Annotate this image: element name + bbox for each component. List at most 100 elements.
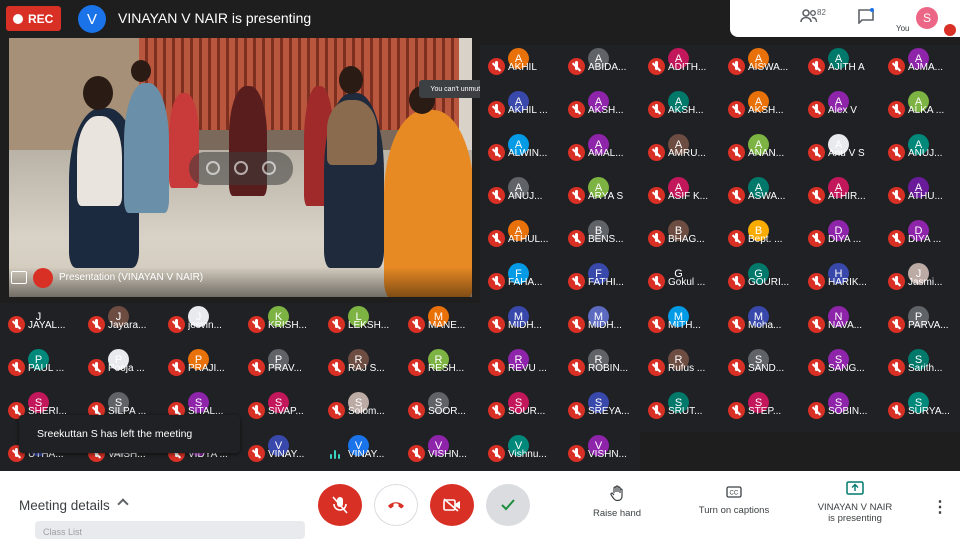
remove-icon[interactable]	[262, 161, 276, 175]
participant-tile[interactable]: A AMAL...	[560, 131, 640, 174]
participant-tile[interactable]: D DIYA ...	[800, 217, 880, 260]
participant-tile[interactable]: J Jasmi...	[880, 260, 960, 303]
participant-tile[interactable]: J Jayara...	[80, 303, 160, 346]
participant-tile[interactable]: A AMRU...	[640, 131, 720, 174]
participant-tile[interactable]: M Moha...	[720, 303, 800, 346]
participant-tile[interactable]: M MIDH...	[560, 303, 640, 346]
participant-tile[interactable]: A ATHUL...	[480, 217, 560, 260]
participant-tile[interactable]: A ASWA...	[720, 174, 800, 217]
participant-tile[interactable]: A AJITH A	[800, 45, 880, 88]
participant-name: jesvin...	[188, 320, 222, 331]
participant-tile[interactable]: M MIDH...	[480, 303, 560, 346]
class-list-bar[interactable]: Class List	[35, 521, 305, 539]
pin-icon[interactable]	[206, 161, 220, 175]
leave-call-button[interactable]	[374, 484, 418, 526]
participant-tile[interactable]: P PRAV...	[240, 346, 320, 389]
presentation-video[interactable]: Presentation (VINAYAN V NAIR)	[9, 38, 472, 297]
top-bar: REC V VINAYAN V NAIR is presenting 82 S …	[0, 0, 960, 38]
participant-tile[interactable]: F FAHA...	[480, 260, 560, 303]
participant-tile[interactable]: D DIYA ...	[880, 217, 960, 260]
presenting-button[interactable]: VINAYAN V NAIR is presenting	[808, 481, 902, 524]
participant-tile[interactable]: A ARYA S	[560, 174, 640, 217]
mute-participant-icon[interactable]	[234, 161, 248, 175]
participant-tile[interactable]: B BHAG...	[640, 217, 720, 260]
participant-name: ASIF K...	[668, 191, 709, 202]
participant-tile[interactable]: F FATHI...	[560, 260, 640, 303]
participant-tile[interactable]: R RESH...	[400, 346, 480, 389]
participant-tile[interactable]: R Rufus ...	[640, 346, 720, 389]
participant-tile[interactable]: R RAJ S...	[320, 346, 400, 389]
participant-tile[interactable]: R ROBIN...	[560, 346, 640, 389]
participant-tile[interactable]: A ATHU...	[880, 174, 960, 217]
participant-tile[interactable]: S SRUT...	[640, 389, 720, 432]
meeting-details-button[interactable]: Meeting details	[19, 498, 110, 513]
participant-tile[interactable]: P PAUL ...	[0, 346, 80, 389]
chat-icon[interactable]	[857, 8, 875, 29]
more-vert-icon[interactable]: ⋮	[932, 497, 948, 517]
raise-hand-button[interactable]: Raise hand	[586, 485, 648, 519]
participant-tile[interactable]: M MITH...	[640, 303, 720, 346]
participant-tile[interactable]: A AKSH...	[640, 88, 720, 131]
mic-off-icon	[888, 230, 905, 247]
participant-tile[interactable]: P PRAJI...	[160, 346, 240, 389]
participant-tile[interactable]: H HARIK...	[800, 260, 880, 303]
participant-tile[interactable]: G GOURI...	[720, 260, 800, 303]
mic-off-icon	[808, 273, 825, 290]
participant-tile[interactable]: Jjesvin...	[160, 303, 240, 346]
participant-tile[interactable]: S Solom...	[320, 389, 400, 432]
participant-tile[interactable]: G Gokul ...	[640, 260, 720, 303]
participant-tile[interactable]: S SANG...	[800, 346, 880, 389]
participant-tile[interactable]: J JAYAL...	[0, 303, 80, 346]
participant-tile[interactable]: S SOBIN...	[800, 389, 880, 432]
participant-tile[interactable]: B Bept. ...	[720, 217, 800, 260]
participant-tile[interactable]: S SOUR...	[480, 389, 560, 432]
people-icon[interactable]	[800, 8, 818, 29]
participant-tile[interactable]: A AISWA...	[720, 45, 800, 88]
participant-tile[interactable]: A AKHIL ...	[480, 88, 560, 131]
you-avatar[interactable]: S	[916, 7, 938, 29]
participant-tile[interactable]: L LEKSH...	[320, 303, 400, 346]
participant-tile[interactable]: S Sarith...	[880, 346, 960, 389]
participant-tile[interactable]: V VINAY...	[240, 432, 320, 475]
participant-tile[interactable]: A ANUJ...	[480, 174, 560, 217]
participant-tile[interactable]: S SURYA...	[880, 389, 960, 432]
participant-tile[interactable]: A ABIDA...	[560, 45, 640, 88]
participant-tile[interactable]: B BENS...	[560, 217, 640, 260]
participant-tile[interactable]: R REVU ...	[480, 346, 560, 389]
participant-tile[interactable]: A ADITH...	[640, 45, 720, 88]
participant-tile[interactable]: A ASIF K...	[640, 174, 720, 217]
participant-tile[interactable]: S SREYA...	[560, 389, 640, 432]
participant-tile[interactable]: P Pooja ...	[80, 346, 160, 389]
participant-tile[interactable]: A ALKA ...	[880, 88, 960, 131]
participant-tile[interactable]: S STEP...	[720, 389, 800, 432]
participant-tile[interactable]: V Vishnu...	[480, 432, 560, 475]
hand-icon	[586, 485, 648, 505]
participant-tile[interactable]: A Alex V	[800, 88, 880, 131]
participant-tile[interactable]: V VISHN...	[560, 432, 640, 475]
participant-tile[interactable]: A ANUJ...	[880, 131, 960, 174]
participant-tile[interactable]: S SIVAP...	[240, 389, 320, 432]
participant-tile[interactable]: A AKHIL	[480, 45, 560, 88]
participant-tile[interactable]: P PARVA...	[880, 303, 960, 346]
participant-tile[interactable]: S SAND...	[720, 346, 800, 389]
participant-tile[interactable]: V VINAY...	[320, 432, 400, 476]
chevron-up-icon[interactable]	[117, 498, 129, 510]
participant-tile[interactable]: A Anu V S	[800, 131, 880, 174]
participant-tile[interactable]: V VISHN...	[400, 432, 480, 475]
video-dancer	[77, 116, 122, 206]
participant-tile[interactable]: A AKSH...	[560, 88, 640, 131]
participant-tile[interactable]: A ATHIR...	[800, 174, 880, 217]
participant-tile[interactable]: A ALWIN...	[480, 131, 560, 174]
participant-tile[interactable]: A AKSH...	[720, 88, 800, 131]
participant-tile[interactable]: N NAVA...	[800, 303, 880, 346]
mic-toggle-button[interactable]	[318, 484, 362, 526]
camera-toggle-button[interactable]	[430, 484, 474, 526]
mic-off-icon	[648, 273, 665, 290]
captions-button[interactable]: CC Turn on captions	[688, 485, 780, 516]
check-button[interactable]	[486, 484, 530, 526]
participant-tile[interactable]: K KRISH...	[240, 303, 320, 346]
participant-tile[interactable]: A ANAN...	[720, 131, 800, 174]
participant-tile[interactable]: M MANE...	[400, 303, 480, 346]
participant-tile[interactable]: A AJMA...	[880, 45, 960, 88]
participant-tile[interactable]: S SOOR...	[400, 389, 480, 432]
